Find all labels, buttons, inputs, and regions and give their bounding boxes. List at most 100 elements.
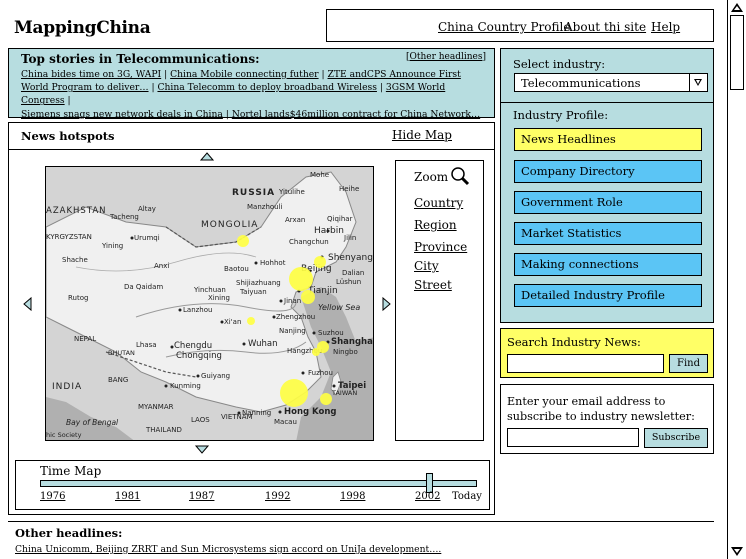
profile-item-market-statistics[interactable]: Market Statistics xyxy=(514,222,702,245)
headline-link[interactable]: Nortel lands$46million contract for Chin… xyxy=(232,109,480,120)
headline-link[interactable]: China Mobile connecting futher xyxy=(170,69,318,80)
map-city-label: Taipei xyxy=(338,381,366,391)
nav-link-about-site[interactable]: About thi site xyxy=(564,20,646,34)
industry-select[interactable]: Telecommunications xyxy=(514,73,708,92)
profile-item-detailed-profile[interactable]: Detailed Industry Profile xyxy=(514,284,702,307)
hotspot-marker xyxy=(320,393,332,405)
time-map-today[interactable]: Today xyxy=(452,491,482,502)
map-city-label: Da Qaidam xyxy=(124,283,163,291)
map-sea-label: Yellow Sea xyxy=(318,303,360,312)
map-country-label: MONGOLIA xyxy=(201,220,258,230)
map-city-label: Suzhou xyxy=(318,329,344,337)
map-city-label: Yitulihe xyxy=(278,188,305,196)
zoom-option-city[interactable]: City xyxy=(414,259,439,273)
top-navigation: China Country Profile About thi site Hel… xyxy=(326,9,714,42)
dropdown-chevron-icon[interactable] xyxy=(689,74,707,91)
time-map-year[interactable]: 1981 xyxy=(115,491,140,502)
industry-select-value: Telecommunications xyxy=(521,76,641,90)
top-stories-panel: Top stories in Telecommunications: [Othe… xyxy=(8,48,495,120)
zoom-magnifier-icon[interactable] xyxy=(450,166,470,186)
pan-right-arrow-icon[interactable] xyxy=(381,296,391,312)
map-city-label: Macau xyxy=(274,418,297,426)
map-country-label: NEPAL xyxy=(74,335,96,343)
map-city-label: Shache xyxy=(62,256,88,264)
time-map-year[interactable]: 1976 xyxy=(40,491,65,502)
map-city-label: Yinchuan xyxy=(193,286,226,294)
other-headline-link[interactable]: China Unicomm, Beijing ZRRT and Sun Micr… xyxy=(15,544,441,555)
select-industry-label: Select industry: xyxy=(513,57,606,71)
map-city-label: Heihe xyxy=(339,185,359,193)
map-city-label: Anxi xyxy=(154,262,169,270)
time-map-year[interactable]: 2002 xyxy=(415,491,440,502)
map-city-label: Ningbo xyxy=(333,348,358,356)
search-news-label: Search Industry News: xyxy=(507,335,641,349)
profile-item-company-directory[interactable]: Company Directory xyxy=(514,160,702,183)
time-map-year[interactable]: 1992 xyxy=(265,491,290,502)
find-button[interactable]: Find xyxy=(669,354,708,373)
map-city-label: Xi'an xyxy=(224,318,241,326)
newsletter-label: Enter your email address to subscribe to… xyxy=(507,395,695,423)
map-city-label: Qiqihar xyxy=(327,215,353,223)
map-city-label: Tacheng xyxy=(109,213,139,221)
news-hotspots-header: News hotspots Hide Map xyxy=(9,123,494,150)
time-map-year[interactable]: 1998 xyxy=(340,491,365,502)
scroll-thumb[interactable] xyxy=(730,15,744,90)
headline-link[interactable]: Siemens snags new network deals in China xyxy=(21,109,223,120)
search-news-panel: Search Industry News: Find xyxy=(500,328,714,378)
time-map-slider-thumb[interactable] xyxy=(426,473,433,493)
site-logo[interactable]: MappingChina xyxy=(14,18,151,38)
map-city-label: Baotou xyxy=(224,265,249,273)
map-city-label: Dalian xyxy=(342,269,364,277)
map-credit: hic Society xyxy=(46,431,82,439)
zoom-option-country[interactable]: Country xyxy=(414,196,463,210)
map-city-label: Fuzhou xyxy=(308,369,333,377)
map-city-label: Manzhouli xyxy=(247,203,283,211)
news-hotspots-title: News hotspots xyxy=(21,129,115,143)
email-field[interactable] xyxy=(507,428,639,447)
map-country-label: THAILAND xyxy=(145,426,182,434)
headline-link[interactable]: China Telecomm to deploy broadband Wirel… xyxy=(157,82,376,93)
page-scrollbar[interactable] xyxy=(727,0,746,559)
headline-link[interactable]: China bides time on 3G, WAPI xyxy=(21,69,161,80)
time-map-slider-track[interactable] xyxy=(40,480,477,487)
map-country-label: BANG xyxy=(108,376,128,384)
map-city-label: Rutog xyxy=(68,294,88,302)
map-city-label: Chongqing xyxy=(176,351,222,361)
industry-divider xyxy=(501,102,713,103)
map-city-label: Taiyuan xyxy=(239,288,267,296)
time-map-panel: Time Map 1976 1981 1987 1992 1998 2002 T… xyxy=(15,460,490,510)
map-sea-label: Bay of Bengal xyxy=(66,418,119,427)
profile-item-government-role[interactable]: Government Role xyxy=(514,191,702,214)
map-city-label: Xining xyxy=(208,294,230,302)
top-stories-title: Top stories in Telecommunications: xyxy=(21,52,260,66)
zoom-option-region[interactable]: Region xyxy=(414,218,457,232)
pan-left-arrow-icon[interactable] xyxy=(23,296,33,312)
map-city-label: Hohhot xyxy=(260,259,286,267)
pan-down-arrow-icon[interactable] xyxy=(194,444,210,454)
zoom-option-street[interactable]: Street xyxy=(414,278,452,292)
profile-item-news-headlines[interactable]: News Headlines xyxy=(514,128,702,151)
profile-item-making-connections[interactable]: Making connections xyxy=(514,253,702,276)
other-headlines-title: Other headlines: xyxy=(15,526,123,540)
map-country-label: KYRGYZSTAN xyxy=(46,233,92,241)
zoom-panel: Zoom Country Region Province City Street xyxy=(395,160,484,441)
nav-link-china-country-profile[interactable]: China Country Profile xyxy=(438,20,570,34)
map-city-label: Shenyang xyxy=(328,253,373,263)
map-country-label: BHUTAN xyxy=(108,349,135,357)
other-headlines-link[interactable]: [Other headlines] xyxy=(406,52,486,62)
map-country-label: AZAKHSTAN xyxy=(46,206,107,216)
map-country-label: LAOS xyxy=(191,416,210,424)
search-news-input[interactable] xyxy=(507,354,664,373)
time-map-year[interactable]: 1987 xyxy=(189,491,214,502)
other-headlines-link-text[interactable]: Other headlines xyxy=(409,52,482,62)
china-map[interactable]: RUSSIA MONGOLIA AZAKHSTAN KYRGYZSTAN NEP… xyxy=(45,166,374,441)
map-city-label: Arxan xyxy=(285,216,305,224)
nav-link-help[interactable]: Help xyxy=(651,20,680,34)
hide-map-link[interactable]: Hide Map xyxy=(392,128,452,142)
hotspot-marker xyxy=(301,290,315,304)
subscribe-button[interactable]: Subscribe xyxy=(644,428,708,448)
newsletter-panel: Enter your email address to subscribe to… xyxy=(500,384,714,454)
hotspot-marker xyxy=(312,348,320,356)
pan-up-arrow-icon[interactable] xyxy=(199,152,215,162)
zoom-option-province[interactable]: Province xyxy=(414,240,467,254)
